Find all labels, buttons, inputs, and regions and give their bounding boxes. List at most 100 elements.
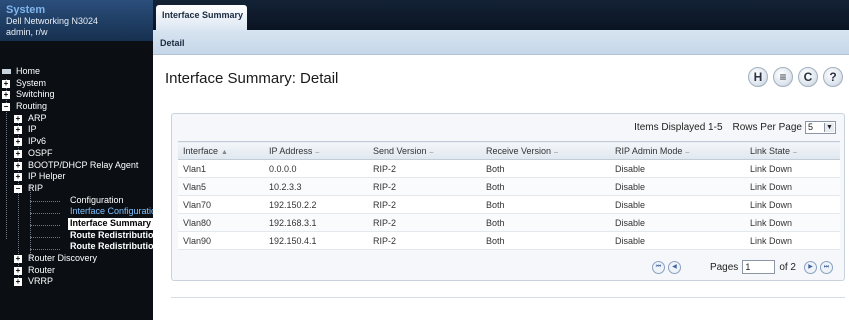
first-page-icon[interactable]: ⏮ xyxy=(651,260,665,274)
sort-icon: – xyxy=(685,148,690,156)
expand-icon[interactable]: + xyxy=(14,138,22,147)
expand-icon[interactable]: + xyxy=(2,91,10,100)
cell-send-version: RIP-2 xyxy=(368,159,481,178)
column-header-link-state[interactable]: Link State – xyxy=(745,141,840,160)
column-header-interface[interactable]: Interface ▲ xyxy=(178,141,264,160)
system-title[interactable]: System xyxy=(6,4,153,16)
cell-receive-version: Both xyxy=(481,195,610,214)
sort-icon: – xyxy=(429,148,434,156)
cell-rip-admin-mode: Disable xyxy=(610,213,745,232)
rows-per-page-select[interactable]: 5 ▼ xyxy=(805,121,836,134)
device-model: Dell Networking N3024 xyxy=(6,16,99,26)
cell-ip-address: 0.0.0.0 xyxy=(264,159,368,178)
nav-item-ip[interactable]: + IP xyxy=(0,124,153,136)
sort-ascending-icon: ▲ xyxy=(221,148,228,156)
column-header-receive-version[interactable]: Receive Version – xyxy=(481,141,610,160)
expand-icon[interactable]: + xyxy=(14,173,22,182)
nav-item-ip-helper[interactable]: + IP Helper xyxy=(0,171,153,183)
table-row[interactable]: Vlan1 0.0.0.0 RIP-2 Both Disable Link Do… xyxy=(178,159,840,178)
table-panel: Items Displayed 1-5 Rows Per Page 5 ▼ In… xyxy=(171,113,845,281)
nav-item-ipv6[interactable]: + IPv6 xyxy=(0,136,153,148)
table-controls: Items Displayed 1-5 Rows Per Page 5 ▼ xyxy=(634,121,836,134)
expand-icon[interactable]: + xyxy=(14,149,22,158)
expand-icon[interactable]: + xyxy=(14,126,22,135)
nav-item-system[interactable]: + System xyxy=(0,78,153,90)
next-page-icon[interactable]: ▶ xyxy=(804,260,817,274)
cell-link-state: Link Down xyxy=(745,177,840,196)
pagination: ⏮ ◀ Pages 1 of 2 ▶ ⏭ xyxy=(651,260,836,274)
expand-icon[interactable]: + xyxy=(14,278,22,287)
navigation-tree: Home + System + Switching − Routing + AR… xyxy=(0,41,153,288)
table-row[interactable]: Vlan90 192.150.4.1 RIP-2 Both Disable Li… xyxy=(178,231,840,250)
cell-receive-version: Both xyxy=(481,213,610,232)
cell-send-version: RIP-2 xyxy=(368,213,481,232)
cell-ip-address: 192.168.3.1 xyxy=(264,213,368,232)
cell-receive-version: Both xyxy=(481,159,610,178)
cell-receive-version: Both xyxy=(481,177,610,196)
print-icon[interactable]: ≡ xyxy=(773,67,793,87)
nav-item-vrrp[interactable]: + VRRP xyxy=(0,276,153,288)
tab-interface-summary[interactable]: Interface Summary xyxy=(156,5,247,30)
column-header-send-version[interactable]: Send Version – xyxy=(368,141,481,160)
navigation-sidebar: System Dell Networking N3024 admin, r/w … xyxy=(0,0,153,320)
nav-item-rip-configuration[interactable]: Configuration xyxy=(0,195,153,207)
expand-icon[interactable]: + xyxy=(2,79,10,88)
help-icon[interactable]: ? xyxy=(823,67,843,87)
nav-item-interface-summary[interactable]: Interface Summary xyxy=(0,217,153,230)
nav-item-home[interactable]: Home xyxy=(0,66,153,78)
collapse-icon[interactable]: − xyxy=(2,103,10,112)
interface-summary-table: Interface ▲ IP Address – Send Version – Rec… xyxy=(178,141,840,250)
cell-interface: Vlan80 xyxy=(178,213,264,232)
sort-icon: – xyxy=(315,148,320,156)
table-row[interactable]: Vlan70 192.150.2.2 RIP-2 Both Disable Li… xyxy=(178,195,840,214)
cell-receive-version: Both xyxy=(481,231,610,250)
cell-ip-address: 10.2.3.3 xyxy=(264,177,368,196)
nav-item-routing[interactable]: − Routing xyxy=(0,101,153,113)
nav-item-switching[interactable]: + Switching xyxy=(0,89,153,101)
tab-bar: Interface Summary xyxy=(153,0,849,30)
page-number-input[interactable]: 1 xyxy=(742,260,776,274)
table-row[interactable]: Vlan80 192.168.3.1 RIP-2 Both Disable Li… xyxy=(178,213,840,232)
home-icon xyxy=(2,69,11,74)
cell-interface: Vlan90 xyxy=(178,231,264,250)
collapse-icon[interactable]: − xyxy=(14,184,22,193)
refresh-icon[interactable]: C xyxy=(798,67,818,87)
user-info: admin, r/w xyxy=(6,27,48,37)
expand-icon[interactable]: + xyxy=(14,266,22,275)
nav-item-arp[interactable]: + ARP xyxy=(0,113,153,125)
page-title: Interface Summary: Detail xyxy=(165,70,339,87)
cell-send-version: RIP-2 xyxy=(368,195,481,214)
pages-label: Pages xyxy=(709,261,739,273)
nav-item-route-redistribution-1[interactable]: Route Redistribution xyxy=(0,230,153,242)
cell-rip-admin-mode: Disable xyxy=(610,177,745,196)
nav-item-router-discovery[interactable]: + Router Discovery xyxy=(0,253,153,265)
cell-rip-admin-mode: Disable xyxy=(610,231,745,250)
expand-icon[interactable]: + xyxy=(14,161,22,170)
cell-send-version: RIP-2 xyxy=(368,177,481,196)
nav-item-router[interactable]: + Router xyxy=(0,265,153,277)
nav-item-bootp-dhcp-relay-agent[interactable]: + BOOTP/DHCP Relay Agent xyxy=(0,160,153,172)
chevron-down-icon[interactable]: ▼ xyxy=(824,123,834,132)
cell-ip-address: 192.150.2.2 xyxy=(264,195,368,214)
divider xyxy=(171,297,845,298)
column-header-rip-admin-mode[interactable]: RIP Admin Mode – xyxy=(610,141,745,160)
cell-interface: Vlan1 xyxy=(178,159,264,178)
rows-per-page-value: 5 xyxy=(808,122,814,132)
column-header-ip-address[interactable]: IP Address – xyxy=(264,141,368,160)
last-page-icon[interactable]: ⏭ xyxy=(820,260,833,274)
cell-rip-admin-mode: Disable xyxy=(610,159,745,178)
nav-item-interface-configuration[interactable]: Interface Configuration xyxy=(0,206,153,218)
nav-item-route-redistribution-2[interactable]: Route Redistribution xyxy=(0,241,153,253)
rows-per-page-label: Rows Per Page xyxy=(732,122,802,133)
previous-page-icon[interactable]: ◀ xyxy=(667,260,681,274)
subtab-detail[interactable]: Detail xyxy=(160,38,185,48)
nav-item-ospf[interactable]: + OSPF xyxy=(0,148,153,160)
expand-icon[interactable]: + xyxy=(14,255,22,263)
sort-icon: – xyxy=(554,148,558,156)
expand-icon[interactable]: + xyxy=(14,114,22,123)
toolbar: H ≡ C ? xyxy=(748,67,843,87)
main-content: Interface Summary Detail Interface Summa… xyxy=(153,0,849,320)
table-row[interactable]: Vlan5 10.2.3.3 RIP-2 Both Disable Link D… xyxy=(178,177,840,196)
nav-item-rip[interactable]: − RIP xyxy=(0,183,153,195)
help-h-icon[interactable]: H xyxy=(748,67,768,87)
